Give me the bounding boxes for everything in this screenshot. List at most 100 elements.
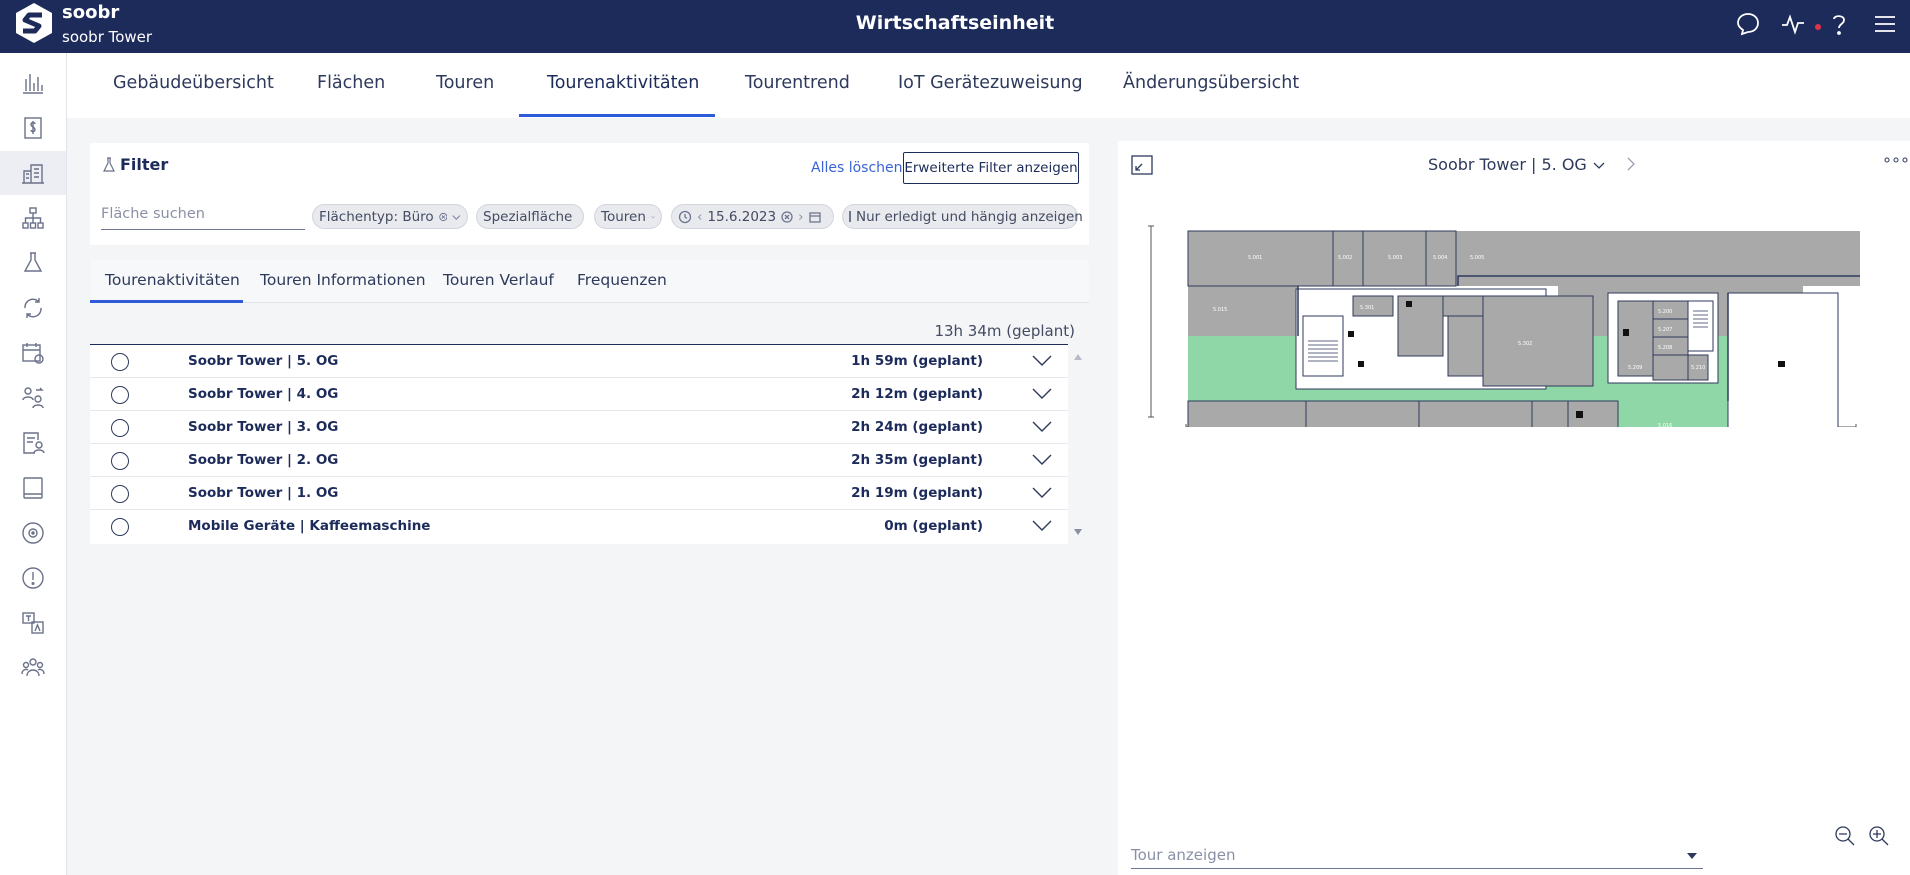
sidebar-item-alerts[interactable] — [0, 556, 66, 600]
chevron-down-icon[interactable] — [1032, 454, 1052, 466]
svg-text:5.208: 5.208 — [1658, 345, 1672, 351]
list-item[interactable]: Mobile Geräte | Kaffeemaschine 0m (gepla… — [90, 510, 1068, 543]
zoom-in-icon[interactable] — [1868, 825, 1890, 847]
row-duration: 2h 12m (geplant) — [851, 386, 983, 402]
sidebar — [0, 53, 67, 875]
brand-subtitle: soobr Tower — [62, 28, 153, 46]
soobr-logo-icon[interactable] — [12, 1, 56, 45]
alert-icon — [22, 567, 44, 589]
date-chip[interactable]: ‹ 15.6.2023 › — [671, 204, 834, 229]
row-radio[interactable] — [111, 518, 129, 536]
list-item[interactable]: Soobr Tower | 4. OG 2h 12m (geplant) — [90, 378, 1068, 411]
floor-plan[interactable]: 5.001 5.002 5.003 5.004 5.005 5.015 5.30… — [1148, 221, 1860, 427]
sidebar-item-devices[interactable] — [0, 466, 66, 510]
special-area-chip[interactable]: Spezialfläche — [476, 204, 584, 229]
svg-text:5.301: 5.301 — [1360, 305, 1374, 311]
top-bar: soobr soobr Tower Wirtschaftseinheit — [0, 0, 1910, 53]
previous-date-icon[interactable]: ‹ — [697, 209, 702, 225]
row-duration: 0m (geplant) — [884, 518, 983, 534]
chat-icon[interactable] — [1734, 10, 1762, 38]
sidebar-item-schedule[interactable] — [0, 331, 66, 375]
list-item[interactable]: Soobr Tower | 2. OG 2h 35m (geplant) — [90, 444, 1068, 477]
row-radio[interactable] — [111, 419, 129, 437]
list-item[interactable]: Soobr Tower | 1. OG 2h 19m (geplant) — [90, 477, 1068, 510]
next-floor-icon[interactable] — [1625, 155, 1637, 173]
clear-icon[interactable] — [438, 211, 448, 223]
list-item[interactable]: Soobr Tower | 3. OG 2h 24m (geplant) — [90, 411, 1068, 444]
row-duration: 1h 59m (geplant) — [851, 353, 983, 369]
area-search-input[interactable]: Fläche suchen — [101, 203, 305, 230]
subtab-touren-informationen[interactable]: Touren Informationen — [260, 260, 426, 303]
chevron-down-icon[interactable] — [1032, 355, 1052, 367]
main-tabs: Gebäudeübersicht Flächen Touren Tourenak… — [67, 53, 1910, 118]
tours-chip[interactable]: Touren — [594, 204, 662, 229]
chevron-down-icon[interactable] — [1032, 388, 1052, 400]
chevron-down-icon[interactable] — [1032, 520, 1052, 532]
floor-selector-label: Soobr Tower | 5. OG — [1428, 155, 1587, 174]
tours-chip-label: Touren — [601, 208, 646, 225]
clear-all-link[interactable]: Alles löschen — [811, 160, 903, 176]
subtab-touren-verlauf[interactable]: Touren Verlauf — [443, 260, 554, 303]
sidebar-item-team[interactable] — [0, 646, 66, 690]
brand-title: soobr — [62, 2, 120, 23]
tour-select[interactable]: Tour anzeigen — [1131, 841, 1703, 869]
sidebar-item-translations[interactable] — [0, 601, 66, 645]
advanced-filter-button[interactable]: Erweiterte Filter anzeigen — [903, 152, 1079, 184]
sidebar-item-dashboard[interactable] — [0, 61, 66, 105]
tab-tourenaktivitaeten[interactable]: Tourenaktivitäten — [547, 53, 699, 118]
sidebar-item-staff[interactable] — [0, 376, 66, 420]
tab-flaechen[interactable]: Flächen — [317, 53, 385, 118]
sub-tabs: Tourenaktivitäten Touren Informationen T… — [90, 260, 1089, 303]
sidebar-item-buildings[interactable] — [0, 151, 66, 195]
total-duration: 13h 34m (geplant) — [934, 322, 1075, 340]
svg-text:5.015: 5.015 — [1213, 307, 1227, 313]
list-scrollbar[interactable] — [1068, 344, 1089, 544]
active-subtab-indicator — [90, 300, 243, 303]
scroll-up-arrow[interactable] — [1074, 354, 1082, 360]
row-name: Soobr Tower | 1. OG — [188, 485, 339, 501]
tab-tourentrend[interactable]: Tourentrend — [745, 53, 850, 118]
help-icon[interactable] — [1825, 10, 1853, 38]
tab-iot-geraetezuweisung[interactable]: IoT Gerätezuweisung — [898, 53, 1083, 118]
chevron-down-icon[interactable] — [1032, 421, 1052, 433]
menu-icon[interactable] — [1871, 10, 1899, 38]
pending-filter-chip[interactable]: Nur erledigt und hängig anzeigen — [842, 204, 1083, 229]
sidebar-item-targets[interactable] — [0, 511, 66, 555]
target-icon — [22, 522, 44, 544]
subtab-tourenaktivitaeten[interactable]: Tourenaktivitäten — [105, 260, 240, 303]
row-radio[interactable] — [111, 353, 129, 371]
scroll-down-arrow[interactable] — [1074, 529, 1082, 535]
zoom-out-icon[interactable] — [1834, 825, 1856, 847]
filter-heading: Filter — [102, 155, 168, 174]
pending-checkbox[interactable] — [849, 211, 851, 222]
row-radio[interactable] — [111, 485, 129, 503]
clear-icon[interactable] — [781, 210, 793, 223]
page-title: Wirtschaftseinheit — [855, 12, 1055, 34]
more-options-icon[interactable] — [1884, 155, 1908, 165]
list-item[interactable]: Soobr Tower | 5. OG 1h 59m (geplant) — [90, 345, 1068, 378]
activity-icon[interactable] — [1779, 10, 1807, 38]
svg-text:5.016: 5.016 — [1658, 423, 1672, 427]
row-name: Soobr Tower | 3. OG — [188, 419, 339, 435]
next-date-icon[interactable]: › — [798, 209, 803, 225]
svg-text:5.207: 5.207 — [1658, 327, 1672, 333]
sidebar-item-hierarchy[interactable] — [0, 196, 66, 240]
svg-text:5.303: 5.303 — [1380, 341, 1394, 347]
sidebar-item-cycles[interactable] — [0, 286, 66, 330]
chevron-down-icon[interactable] — [1032, 487, 1052, 499]
sidebar-item-lab[interactable] — [0, 241, 66, 285]
tab-aenderungsuebersicht[interactable]: Änderungsübersicht — [1123, 53, 1299, 118]
calendar-clock-icon — [22, 343, 44, 364]
tab-gebaeudeuebersicht[interactable]: Gebäudeübersicht — [113, 53, 274, 118]
floor-selector[interactable]: Soobr Tower | 5. OG — [1428, 155, 1605, 174]
row-name: Mobile Geräte | Kaffeemaschine — [188, 518, 431, 534]
sidebar-item-reports[interactable] — [0, 421, 66, 465]
expand-icon[interactable] — [1131, 155, 1153, 175]
calendar-icon[interactable] — [808, 211, 821, 223]
row-radio[interactable] — [111, 386, 129, 404]
subtab-frequenzen[interactable]: Frequenzen — [577, 260, 667, 303]
sidebar-item-finance[interactable] — [0, 106, 66, 150]
area-type-chip[interactable]: Flächentyp: Büro — [312, 204, 468, 229]
tab-touren[interactable]: Touren — [436, 53, 494, 118]
row-radio[interactable] — [111, 452, 129, 470]
